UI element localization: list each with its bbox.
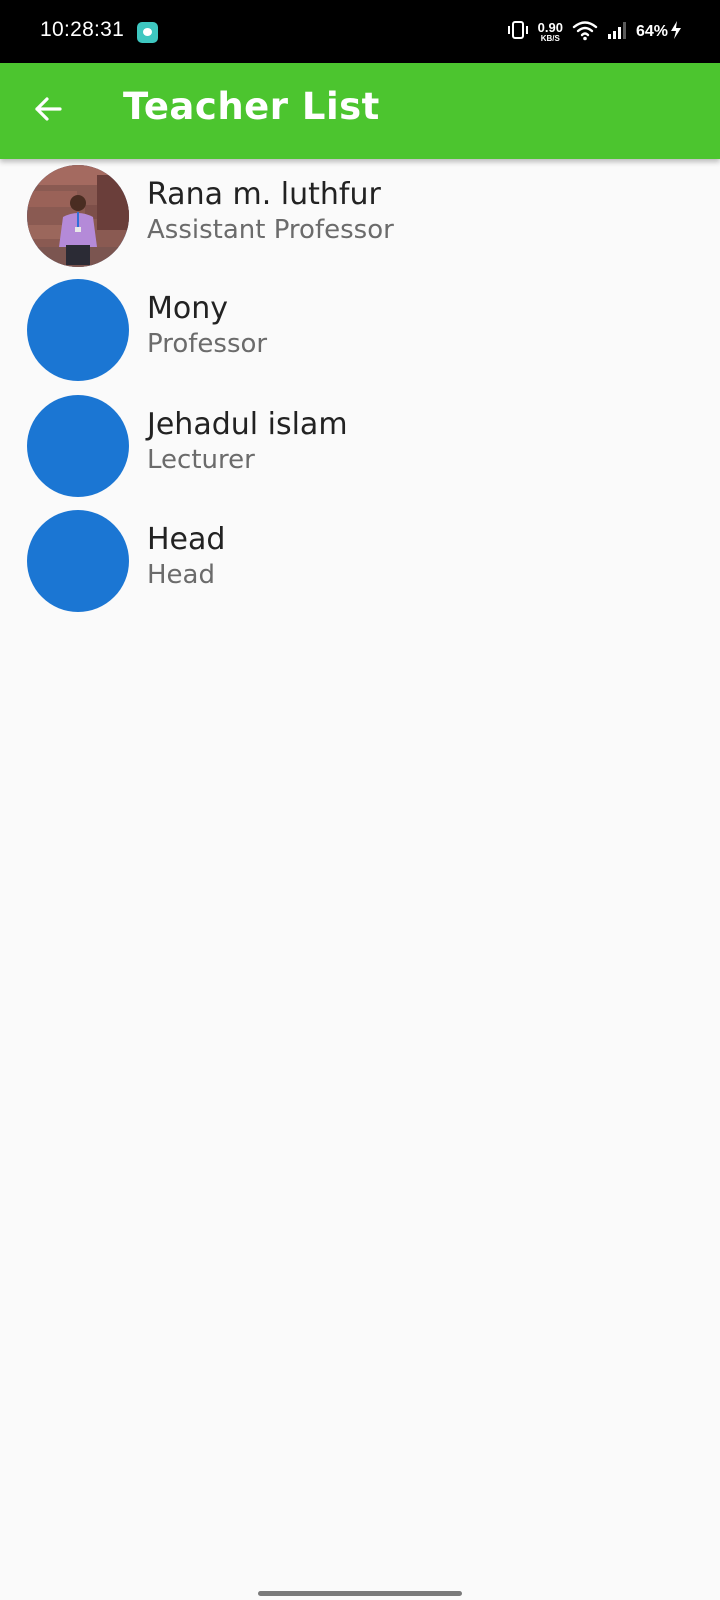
teacher-list-item[interactable]: Mony Professor — [0, 273, 720, 389]
teacher-role: Assistant Professor — [147, 215, 394, 245]
teacher-avatar-placeholder — [27, 395, 129, 497]
signal-icon — [607, 20, 627, 44]
teacher-name: Rana m. luthfur — [147, 177, 381, 212]
teacher-name: Head — [147, 522, 226, 557]
teacher-avatar-photo — [27, 165, 129, 267]
home-indicator[interactable] — [258, 1591, 462, 1596]
teacher-role: Head — [147, 560, 215, 590]
teacher-avatar-placeholder — [27, 279, 129, 381]
network-speed-value: 0.90 — [537, 19, 563, 35]
back-button[interactable] — [20, 83, 76, 139]
teacher-name: Mony — [147, 291, 229, 326]
teacher-avatar-placeholder — [27, 510, 129, 612]
chat-notification-icon — [137, 22, 158, 43]
network-speed-unit: KB/S — [540, 33, 560, 43]
vibrate-icon — [507, 19, 529, 45]
teacher-list-item[interactable]: Head Head — [0, 504, 720, 620]
app-bar: Teacher List — [0, 63, 720, 159]
arrow-back-icon — [33, 94, 63, 128]
teacher-role: Lecturer — [147, 445, 255, 475]
status-indicators: 0.90 KB/S 64% — [507, 0, 682, 63]
status-bar: 10:28:31 0.90 KB/S 64% — [0, 0, 720, 63]
teacher-list-item[interactable]: Jehadul islam Lecturer — [0, 389, 720, 505]
page-title: Teacher List — [123, 85, 380, 128]
teacher-list-item[interactable]: Rana m. luthfur Assistant Professor — [0, 159, 720, 275]
status-time: 10:28:31 — [40, 18, 125, 41]
battery-percent: 64% — [635, 22, 668, 40]
charging-icon — [670, 20, 682, 44]
teacher-role: Professor — [147, 329, 268, 359]
network-speed: 0.90 KB/S — [538, 21, 563, 43]
wifi-icon — [572, 19, 598, 45]
teacher-name: Jehadul islam — [147, 407, 348, 442]
